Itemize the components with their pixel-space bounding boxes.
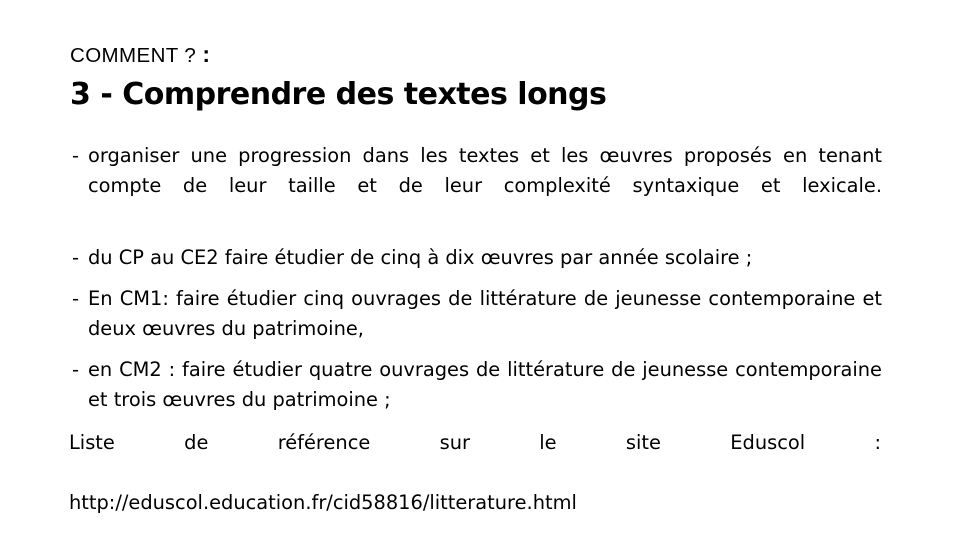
list-item: - en CM2 : faire étudier quatre ouvrages… [70, 355, 882, 415]
bullet-marker: - [72, 245, 79, 269]
reference-lead-text: Liste de référence sur le site Eduscol : [69, 431, 881, 454]
list-item: - du CP au CE2 faire étudier de cinq à d… [70, 243, 882, 273]
list-item-text: En CM1: faire étudier cinq ouvrages de l… [88, 286, 882, 340]
slide-kicker-colon: : [202, 41, 210, 67]
list-item: - En CM1: faire étudier cinq ouvrages de… [70, 284, 882, 344]
bullet-marker: - [72, 286, 79, 310]
bullet-list: - organiser une progression dans les tex… [70, 141, 882, 415]
list-item-text: en CM2 : faire étudier quatre ouvrages d… [88, 358, 882, 412]
bullet-marker: - [72, 144, 79, 167]
slide-canvas: COMMENT ? : 3 - Comprendre des textes lo… [0, 0, 960, 540]
page-title: 3 - Comprendre des textes longs [70, 76, 607, 112]
slide-kicker: COMMENT ? : [70, 40, 890, 69]
eduscol-url[interactable]: http://eduscol.education.fr/cid58816/lit… [69, 488, 881, 518]
slide-header: COMMENT ? : 3 - Comprendre des textes lo… [70, 40, 890, 113]
slide-kicker-text: COMMENT ? [70, 44, 203, 67]
list-item-text: du CP au CE2 faire étudier de cinq à dix… [88, 245, 753, 269]
closing-paragraph: Liste de référence sur le site Eduscol :… [69, 428, 881, 519]
list-item-text: organiser une progression dans les texte… [88, 144, 882, 198]
bullet-marker: - [72, 358, 79, 382]
list-item: - organiser une progression dans les tex… [70, 141, 882, 232]
